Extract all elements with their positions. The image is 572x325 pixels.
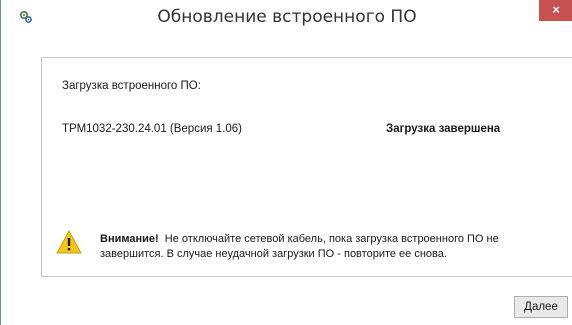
section-label: Загрузка встроенного ПО: [62,80,201,92]
window-title: Обновление встроенного ПО [157,7,417,27]
warning-body: Не отключайте сетевой кабель, пока загру… [100,233,499,260]
close-icon: × [552,2,560,17]
close-button[interactable]: × [539,0,572,21]
warning-title: Внимание! [100,233,159,245]
device-status: Загрузка завершена [386,123,501,135]
next-button[interactable]: Далее [514,296,568,318]
warning-icon [56,229,82,254]
dialog-window: Обновление встроенного ПО × Загрузка вст… [0,0,572,325]
warning-message: Внимание! Не отключайте сетевой кабель, … [100,232,560,262]
title-bar: Обновление встроенного ПО × [1,0,572,34]
firmware-panel: Загрузка встроенного ПО: ТРМ1032-230.24.… [41,57,572,277]
device-name: ТРМ1032-230.24.01 (Версия 1.06) [62,123,243,135]
